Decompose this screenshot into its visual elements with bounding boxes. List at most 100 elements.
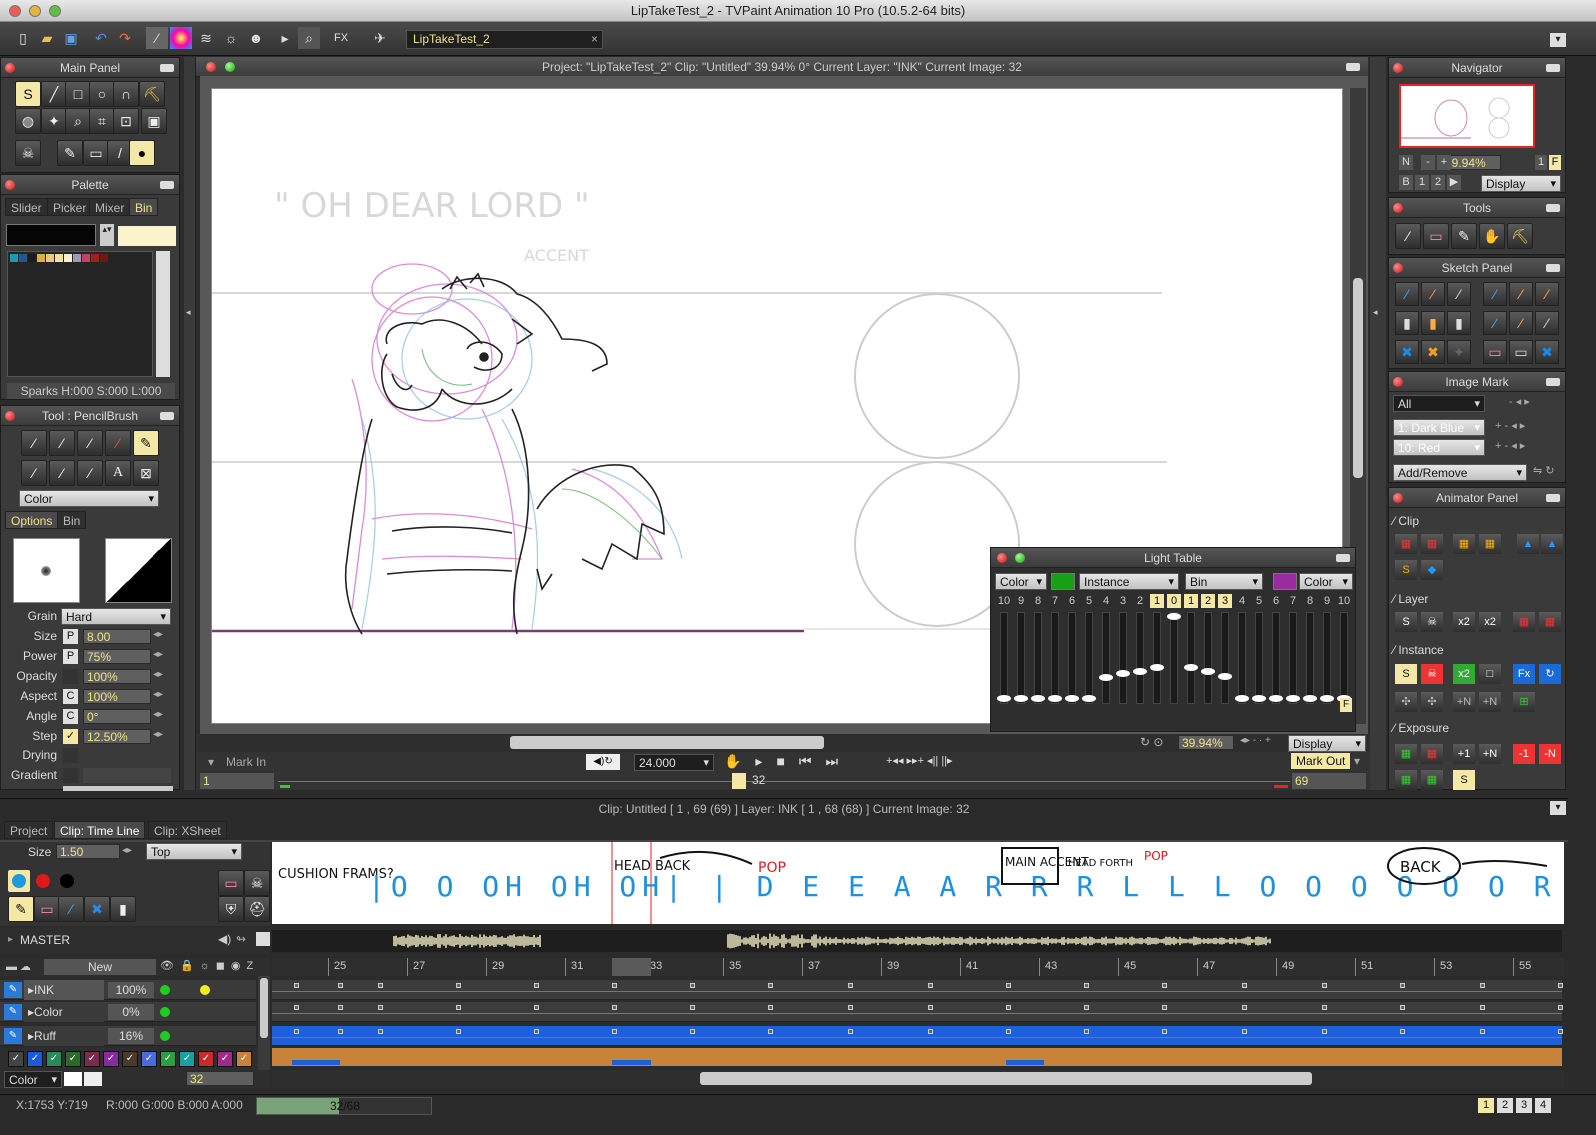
color-group-checkbox[interactable]: ✓ xyxy=(8,1051,24,1067)
keyframe-marker[interactable] xyxy=(534,983,539,988)
keyframe-marker[interactable] xyxy=(612,1029,617,1034)
keyframe-marker[interactable] xyxy=(1162,1005,1167,1010)
animator-action-icon[interactable]: ◆ xyxy=(1421,560,1443,580)
layer-opacity[interactable]: 0% xyxy=(108,1004,154,1020)
color-group-checkbox[interactable]: ✓ xyxy=(236,1051,252,1067)
keyframe-marker[interactable] xyxy=(1400,1029,1405,1034)
expand-arrow-icon[interactable]: ▸ xyxy=(8,934,13,945)
color-group-checkbox[interactable]: ✓ xyxy=(122,1051,138,1067)
minimize-panel-icon[interactable] xyxy=(1336,554,1350,562)
close-panel-icon[interactable] xyxy=(5,63,15,73)
annotation-strip[interactable]: CUSHION FRAMS? |O O OH OH OH| | D E E A … xyxy=(272,842,1596,924)
speaker-icon[interactable]: ◀) xyxy=(218,932,231,946)
visibility-icon[interactable] xyxy=(160,1007,170,1017)
crop-icon[interactable]: ⌗ xyxy=(89,108,115,134)
sketch-tool-icon[interactable]: ⁄ xyxy=(1509,282,1533,306)
onion-opacity-slider[interactable] xyxy=(1286,612,1300,704)
play-icon[interactable]: ▸ xyxy=(274,27,296,49)
keyframe-marker[interactable] xyxy=(1242,983,1247,988)
color-group-checkbox[interactable]: ✓ xyxy=(198,1051,214,1067)
brush-preset-6-icon[interactable]: ⁄ xyxy=(49,460,75,486)
annotation-skull-icon[interactable]: ☠ xyxy=(244,870,270,896)
keyframe-marker[interactable] xyxy=(768,1029,773,1034)
animator-action-icon[interactable]: ▦ xyxy=(1479,534,1501,554)
mark-blue-nav-icon[interactable]: + - ◂ ▸ xyxy=(1495,419,1525,432)
onion-frame-number[interactable]: 5 xyxy=(1252,594,1266,608)
layer-track-color-group[interactable] xyxy=(272,1048,1562,1066)
transport-controls-icon[interactable]: ✋▸■⏮⏭ xyxy=(724,753,852,770)
brush-tool-icon[interactable]: ⁄ xyxy=(1395,223,1421,249)
fill-tool-icon[interactable]: ⛏ xyxy=(139,81,165,107)
fill-tool-icon[interactable]: ⛏ xyxy=(1507,223,1533,249)
sketch-tool-icon[interactable]: ⁄ xyxy=(1483,311,1507,335)
timeline-frame-field[interactable]: 32 xyxy=(186,1071,254,1086)
animator-action-icon[interactable]: ▦ xyxy=(1395,744,1417,764)
slider-knob[interactable] xyxy=(1048,695,1062,702)
page-button[interactable]: 1 xyxy=(1478,1098,1494,1113)
page-button[interactable]: 4 xyxy=(1535,1098,1551,1113)
save-icon[interactable]: ▣ xyxy=(60,27,82,49)
sketch-tool-icon[interactable]: ✖ xyxy=(1535,340,1559,364)
animator-action-icon[interactable]: S xyxy=(1453,770,1475,790)
animator-action-icon[interactable]: +N xyxy=(1479,744,1501,764)
onion-frame-number[interactable]: 8 xyxy=(1031,594,1045,608)
step-field[interactable]: 12.50% xyxy=(83,729,151,744)
layer-folder-icon[interactable]: ▬ ☁ xyxy=(6,960,31,973)
angle-pressure-toggle[interactable]: C xyxy=(63,709,78,724)
onion-opacity-slider[interactable] xyxy=(1082,612,1096,704)
nav-small-btn[interactable]: 1 xyxy=(1415,175,1429,190)
sketch-tool-icon[interactable]: ▮ xyxy=(1395,311,1419,335)
keyframe-marker[interactable] xyxy=(294,983,299,988)
onion-opacity-slider[interactable] xyxy=(1303,612,1317,704)
zoom-icon[interactable]: ⌕ xyxy=(298,27,320,49)
document-tab-close-icon[interactable]: × xyxy=(591,31,598,48)
animator-action-icon[interactable]: Fx xyxy=(1513,664,1535,684)
keyframe-marker[interactable] xyxy=(1322,1029,1327,1034)
angle-field[interactable]: 0° xyxy=(83,709,151,724)
brush-preset-4-icon[interactable]: ⁄ xyxy=(105,430,131,456)
image-mark-nav-icon[interactable]: - ◂ ▸ xyxy=(1509,395,1530,408)
keyframe-marker[interactable] xyxy=(1162,1029,1167,1034)
slider-knob[interactable] xyxy=(1235,695,1249,702)
right-onion-color-swatch[interactable] xyxy=(1273,573,1297,590)
sketch-tool-icon[interactable]: ✖ xyxy=(1395,340,1419,364)
smudge-tool-icon[interactable]: ✋ xyxy=(1479,223,1505,249)
keyframe-marker[interactable] xyxy=(848,983,853,988)
frame-slider-track[interactable] xyxy=(278,781,1290,782)
onion-opacity-slider[interactable] xyxy=(1150,612,1164,704)
slider-knob[interactable] xyxy=(997,695,1011,702)
ellipse-tool-icon[interactable]: ○ xyxy=(89,81,115,107)
animator-action-icon[interactable]: ▦ xyxy=(1539,612,1561,632)
keyframe-marker[interactable] xyxy=(1322,1005,1327,1010)
size-stepper-icon[interactable]: ◂▸ xyxy=(153,629,163,640)
onion-frame-number[interactable]: 2 xyxy=(1133,594,1147,608)
undo-icon[interactable]: ↶ xyxy=(90,27,112,49)
keyframe-marker[interactable] xyxy=(1242,1005,1247,1010)
animator-action-icon[interactable]: -1 xyxy=(1513,744,1535,764)
aspect-stepper-icon[interactable]: ◂▸ xyxy=(153,689,163,700)
minimize-panel-icon[interactable] xyxy=(1546,264,1560,272)
color-group-checkbox[interactable]: ✓ xyxy=(65,1051,81,1067)
visibility-icon[interactable] xyxy=(160,985,170,995)
warp-tool-icon[interactable]: ⊠ xyxy=(133,460,159,486)
end-frame-field[interactable]: 69 xyxy=(1292,773,1366,789)
palette-swatch[interactable] xyxy=(64,254,72,262)
timeline-size-stepper-icon[interactable]: ◂▸ xyxy=(122,845,132,856)
pencil-icon[interactable]: ✎ xyxy=(57,140,83,166)
layer-name[interactable]: ▸Ruff xyxy=(24,1026,104,1046)
animator-action-icon[interactable]: ▦ xyxy=(1395,534,1417,554)
onion-opacity-slider[interactable] xyxy=(1320,612,1334,704)
palette-swatch[interactable] xyxy=(73,254,81,262)
keyframe-marker[interactable] xyxy=(456,1029,461,1034)
keyframe-marker[interactable] xyxy=(612,983,617,988)
animator-action-icon[interactable]: -N xyxy=(1539,744,1561,764)
onion-opacity-slider[interactable] xyxy=(1116,612,1130,704)
slider-knob[interactable] xyxy=(1218,673,1232,680)
slider-knob[interactable] xyxy=(1252,695,1266,702)
animator-action-icon[interactable]: x2 xyxy=(1479,612,1501,632)
annotation-brush-icon[interactable]: ⁄ xyxy=(58,896,84,922)
onion-frame-number[interactable]: 0 xyxy=(1167,594,1181,608)
close-panel-icon[interactable] xyxy=(1393,493,1403,503)
onion-opacity-slider[interactable] xyxy=(1031,612,1045,704)
nav-small-btn[interactable]: 2 xyxy=(1431,175,1445,190)
